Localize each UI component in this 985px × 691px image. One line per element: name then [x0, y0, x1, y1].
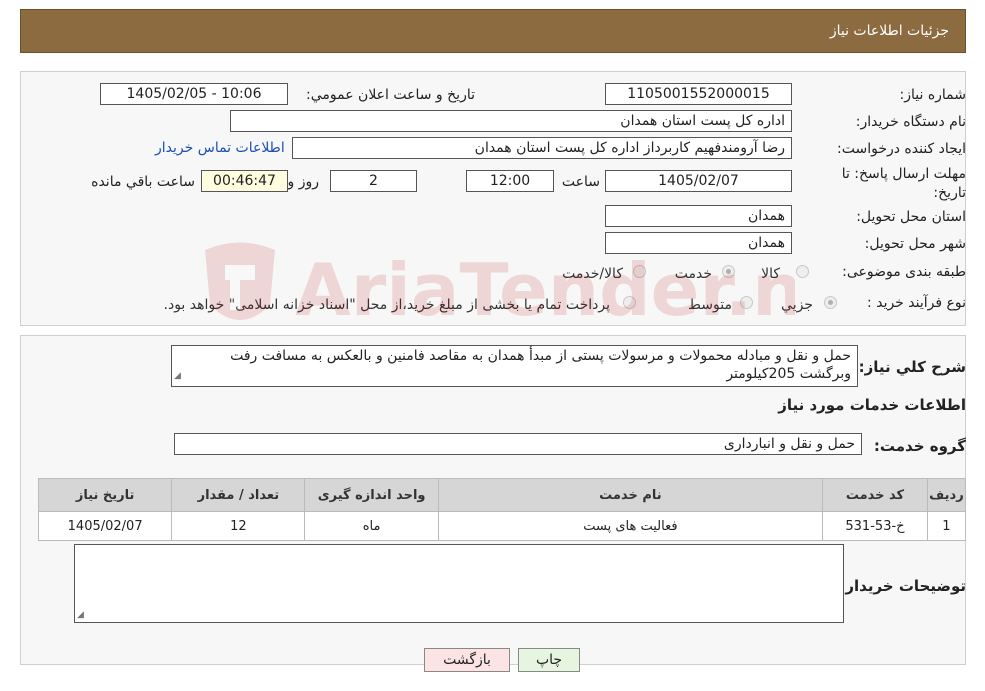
cell-quantity: 12: [171, 511, 306, 541]
services-table-header: رديف كد خدمت نام خدمت واحد اندازه گيری ت…: [37, 478, 967, 512]
cell-need-date: 1405/02/07: [37, 511, 173, 541]
category-radio-service[interactable]: [722, 265, 735, 278]
city-field: همدان: [605, 232, 792, 254]
process-radio-medium[interactable]: [740, 296, 753, 309]
buyer-org-field: اداره کل پست استان همدان: [230, 110, 792, 132]
category-radio-goods-service[interactable]: [633, 265, 646, 278]
remaining-time-field: 00:46:47: [201, 170, 288, 192]
cell-service-name: فعاليت های پست: [437, 511, 824, 541]
process-treasury-note: پرداخت تمام يا بخشی از مبلغ خريد،از محل …: [163, 297, 610, 313]
requester-field: رضا آرومندفهیم کاربرداز اداره کل پست است…: [292, 137, 792, 159]
province-label: استان محل تحويل:: [856, 209, 966, 225]
process-radio-minor[interactable]: [824, 296, 837, 309]
category-option-service: خدمت: [674, 266, 712, 282]
col-unit: واحد اندازه گيری: [304, 478, 439, 512]
notes-resize-grip-icon[interactable]: ◢: [77, 610, 84, 690]
cell-row: 1: [926, 511, 967, 541]
col-service-name: نام خدمت: [437, 478, 824, 512]
buyer-notes-label: توضيحات خريدار:: [839, 577, 966, 595]
need-number-label: شماره نیاز:: [899, 87, 967, 103]
city-label: شهر محل تحويل:: [864, 236, 966, 252]
service-group-field: حمل و نقل و انبارداری: [174, 433, 862, 455]
resize-grip-icon[interactable]: ◢: [174, 367, 181, 385]
cell-unit: ماه: [304, 511, 439, 541]
process-label: نوع فرآيند خريد :: [867, 295, 966, 311]
deadline-time-label: ساعت: [561, 174, 600, 190]
print-button[interactable]: چاپ: [518, 648, 580, 672]
service-group-label: گروه خدمت:: [873, 437, 966, 455]
col-row: رديف: [926, 478, 967, 512]
deadline-time-field: 12:00: [466, 170, 554, 192]
back-button[interactable]: بازگشت: [424, 648, 510, 672]
deadline-date-field: 1405/02/07: [605, 170, 792, 192]
category-label: طبقه بندی موضوعی:: [842, 264, 966, 280]
buyer-org-label: نام دستگاه خريدار:: [855, 114, 966, 130]
col-service-code: كد خدمت: [822, 478, 928, 512]
buyer-notes-textarea: [74, 544, 844, 623]
page-title: جزئیات اطلاعات نیاز: [829, 23, 949, 39]
process-option-minor: جزيي: [781, 297, 813, 313]
summary-textarea: حمل و نقل و مبادله محمولات و مرسولات پست…: [171, 345, 858, 387]
province-field: همدان: [605, 205, 792, 227]
summary-text: حمل و نقل و مبادله محمولات و مرسولات پست…: [230, 348, 851, 382]
page-header: جزئیات اطلاعات نیاز: [20, 9, 966, 53]
days-label: روز و: [287, 174, 320, 190]
summary-label: شرح كلي نياز:: [858, 358, 966, 376]
col-need-date: تاريخ نياز: [37, 478, 173, 512]
requester-label: ايجاد کننده درخواست:: [837, 141, 966, 157]
category-option-goods: کالا: [761, 266, 780, 282]
table-row: 1 خ-53-531 فعاليت های پست ماه 12 1405/02…: [37, 511, 967, 541]
category-radio-goods[interactable]: [796, 265, 809, 278]
category-option-goods-service: کالا/خدمت: [562, 266, 623, 282]
days-remaining-field: 2: [330, 170, 417, 192]
cell-service-code: خ-53-531: [822, 511, 928, 541]
deadline-label: مهلت ارسال پاسخ: تا تاريخ:: [841, 166, 966, 201]
process-treasury-check[interactable]: [623, 296, 636, 309]
remaining-time-label: ساعت باقي مانده: [91, 174, 195, 190]
services-heading: اطلاعات خدمات مورد نياز: [778, 396, 966, 414]
buyer-contact-link[interactable]: اطلاعات تماس خريدار: [155, 140, 285, 156]
need-number-field: 1105001552000015: [605, 83, 792, 105]
announce-datetime-field: 1405/02/05 - 10:06: [100, 83, 288, 105]
process-option-medium: متوسط: [688, 297, 732, 313]
services-table: رديف كد خدمت نام خدمت واحد اندازه گيری ت…: [37, 478, 967, 541]
announce-label: تاریخ و ساعت اعلان عمومي:: [306, 87, 475, 103]
col-quantity: تعداد / مقدار: [171, 478, 306, 512]
